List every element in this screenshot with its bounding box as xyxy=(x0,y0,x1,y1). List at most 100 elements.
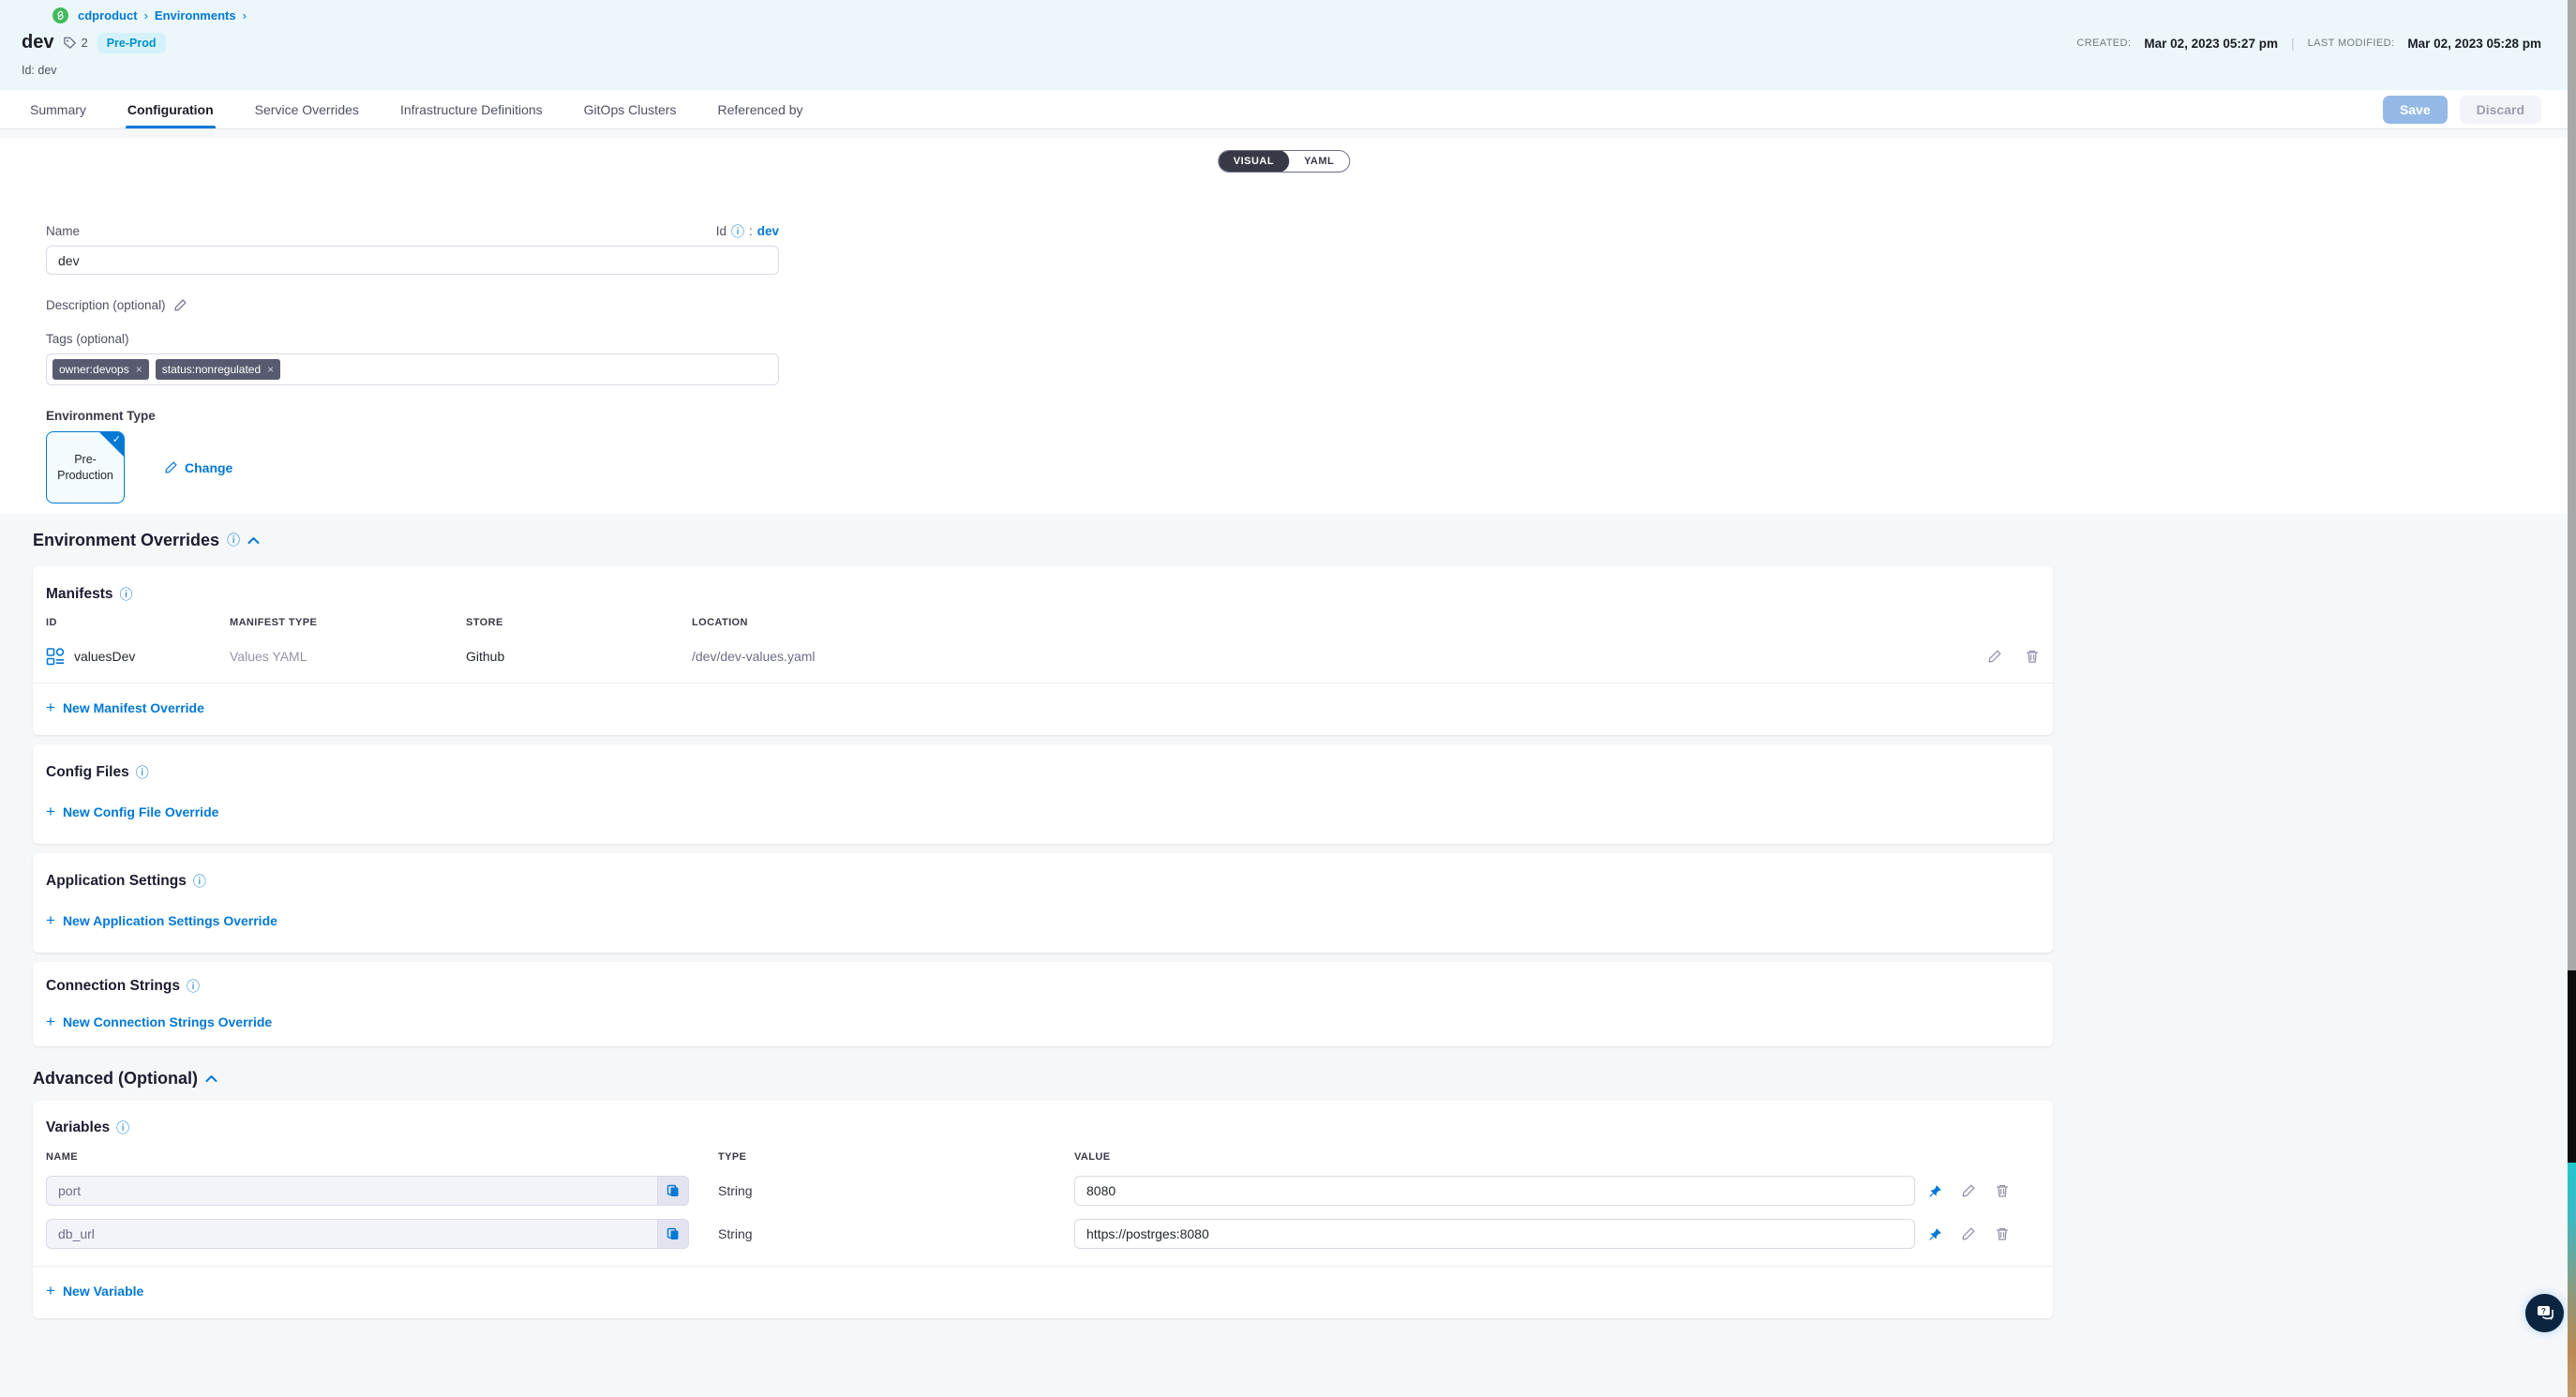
manifests-title: Manifests xyxy=(46,586,113,603)
edit-description-icon[interactable] xyxy=(173,298,187,312)
breadcrumb-project-link[interactable]: cdproduct xyxy=(78,8,138,23)
plus-icon: + xyxy=(46,1014,55,1029)
collapse-chevron-icon[interactable] xyxy=(205,1074,217,1083)
new-config-file-override-button[interactable]: + New Config File Override xyxy=(33,781,2053,844)
variable-value-cell xyxy=(1074,1176,1915,1206)
edit-pencil-icon xyxy=(164,460,178,474)
column-header-value: VALUE xyxy=(1074,1151,1915,1163)
connection-strings-title: Connection Strings xyxy=(46,978,180,995)
new-application-settings-override-button[interactable]: + New Application Settings Override xyxy=(33,890,2053,953)
variable-value-input[interactable] xyxy=(1074,1219,1915,1249)
new-connection-strings-override-button[interactable]: + New Connection Strings Override xyxy=(33,995,2053,1046)
environment-overrides-info-icon[interactable]: ⓘ xyxy=(227,533,240,547)
tabs-bar: Summary Configuration Service Overrides … xyxy=(0,90,2568,129)
edit-pencil-icon xyxy=(1961,1226,1976,1241)
tags-label: Tags (optional) xyxy=(46,332,779,346)
copy-variable-button[interactable] xyxy=(657,1219,689,1249)
edit-variable-button[interactable] xyxy=(1961,1183,1976,1198)
breadcrumb-separator: › xyxy=(243,8,247,23)
column-header-type: TYPE xyxy=(689,1151,1074,1163)
environment-type-card[interactable]: Pre-Production ✓ xyxy=(46,431,125,503)
edit-variable-button[interactable] xyxy=(1961,1226,1976,1241)
id-value-link[interactable]: dev xyxy=(757,224,779,238)
variable-value-input[interactable] xyxy=(1074,1176,1915,1206)
config-files-info-icon[interactable]: ⓘ xyxy=(136,766,149,779)
tab-service-overrides[interactable]: Service Overrides xyxy=(253,90,361,128)
tag-chip: status:nonregulated × xyxy=(156,359,280,380)
variables-info-icon[interactable]: ⓘ xyxy=(116,1121,129,1134)
name-label: Name xyxy=(46,224,80,238)
delete-variable-button[interactable] xyxy=(1995,1226,2010,1241)
id-info-icon[interactable]: ⓘ xyxy=(731,225,744,238)
discard-button[interactable]: Discard xyxy=(2460,96,2541,124)
tag-chip-label: owner:devops xyxy=(59,363,129,376)
copy-variable-button[interactable] xyxy=(657,1176,689,1206)
new-manifest-override-button[interactable]: + New Manifest Override xyxy=(33,683,2053,735)
breadcrumb-separator: › xyxy=(144,8,148,23)
variable-row-actions xyxy=(1915,1183,2040,1198)
save-button[interactable]: Save xyxy=(2383,96,2448,124)
pin-icon xyxy=(1928,1184,1942,1198)
manifests-info-icon[interactable]: ⓘ xyxy=(120,588,133,601)
tab-referenced-by[interactable]: Referenced by xyxy=(715,90,804,128)
column-header-id: ID xyxy=(46,617,230,628)
manifest-store: Github xyxy=(466,649,692,664)
delete-variable-button[interactable] xyxy=(1995,1183,2010,1198)
entity-id: Id: dev xyxy=(22,64,57,77)
id-label: Id xyxy=(716,224,726,238)
plus-icon: + xyxy=(46,699,55,715)
change-label: Change xyxy=(185,460,232,475)
environment-type-badge: Pre-Prod xyxy=(97,33,166,53)
pin-icon xyxy=(1928,1227,1942,1241)
tab-summary[interactable]: Summary xyxy=(28,90,88,128)
visual-yaml-toggle: VISUAL YAML xyxy=(1218,150,1351,173)
pin-variable-button[interactable] xyxy=(1928,1184,1942,1198)
new-manifest-override-label: New Manifest Override xyxy=(63,700,204,715)
remove-tag-icon[interactable]: × xyxy=(136,363,142,376)
new-variable-label: New Variable xyxy=(63,1284,143,1299)
id-separator: : xyxy=(749,224,753,238)
manifest-id: valuesDev xyxy=(74,649,135,664)
trash-icon xyxy=(2025,649,2040,664)
column-header-manifest-type: MANIFEST TYPE xyxy=(230,617,466,628)
last-modified-label: LAST MODIFIED: xyxy=(2308,38,2395,49)
page-title: dev xyxy=(22,32,53,53)
variable-name-cell xyxy=(46,1219,689,1249)
name-label-row: Name Id ⓘ : dev xyxy=(46,224,779,238)
svg-text:?: ? xyxy=(2541,1307,2546,1315)
remove-tag-icon[interactable]: × xyxy=(267,363,274,376)
variable-row-actions xyxy=(1915,1226,2040,1241)
tags-input[interactable]: owner:devops × status:nonregulated × xyxy=(46,353,779,385)
delete-manifest-button[interactable] xyxy=(2025,649,2040,664)
help-chat-button[interactable]: ? xyxy=(2525,1294,2564,1332)
pin-variable-button[interactable] xyxy=(1928,1227,1942,1241)
description-row: Description (optional) xyxy=(46,298,779,312)
yaml-toggle-option[interactable]: YAML xyxy=(1289,150,1349,173)
variable-row: String xyxy=(33,1176,2053,1206)
environment-configuration-page: cdproduct › Environments › dev 2 Pre-Pro… xyxy=(0,0,2568,1397)
tab-gitops-clusters[interactable]: GitOps Clusters xyxy=(582,90,679,128)
advanced-section-header: Advanced (Optional) xyxy=(0,1056,2568,1101)
variable-type: String xyxy=(689,1226,1074,1241)
variable-name-input[interactable] xyxy=(46,1219,689,1249)
variable-name-input[interactable] xyxy=(46,1176,689,1206)
edit-manifest-button[interactable] xyxy=(1987,649,2002,664)
change-environment-type-link[interactable]: Change xyxy=(164,460,232,475)
new-config-file-override-label: New Config File Override xyxy=(63,804,218,819)
tab-configuration[interactable]: Configuration xyxy=(126,90,216,128)
collapse-chevron-icon[interactable] xyxy=(247,536,260,545)
manifest-type: Values YAML xyxy=(230,649,466,664)
new-variable-button[interactable]: + New Variable xyxy=(33,1267,2053,1318)
scrollbar-thumb[interactable] xyxy=(2568,0,2576,970)
trash-icon xyxy=(1995,1183,2010,1198)
name-input[interactable] xyxy=(46,246,779,275)
connection-strings-info-icon[interactable]: ⓘ xyxy=(187,980,200,993)
visual-toggle-option[interactable]: VISUAL xyxy=(1219,150,1289,173)
tag-count-value: 2 xyxy=(81,36,87,50)
environment-overrides-header: Environment Overrides ⓘ xyxy=(0,514,2568,566)
breadcrumb-environments-link[interactable]: Environments xyxy=(155,8,236,23)
tab-infrastructure-definitions[interactable]: Infrastructure Definitions xyxy=(398,90,545,128)
application-settings-info-icon[interactable]: ⓘ xyxy=(193,875,206,888)
plus-icon: + xyxy=(46,912,55,928)
variables-card: Variables ⓘ NAME TYPE VALUE String xyxy=(33,1101,2053,1318)
